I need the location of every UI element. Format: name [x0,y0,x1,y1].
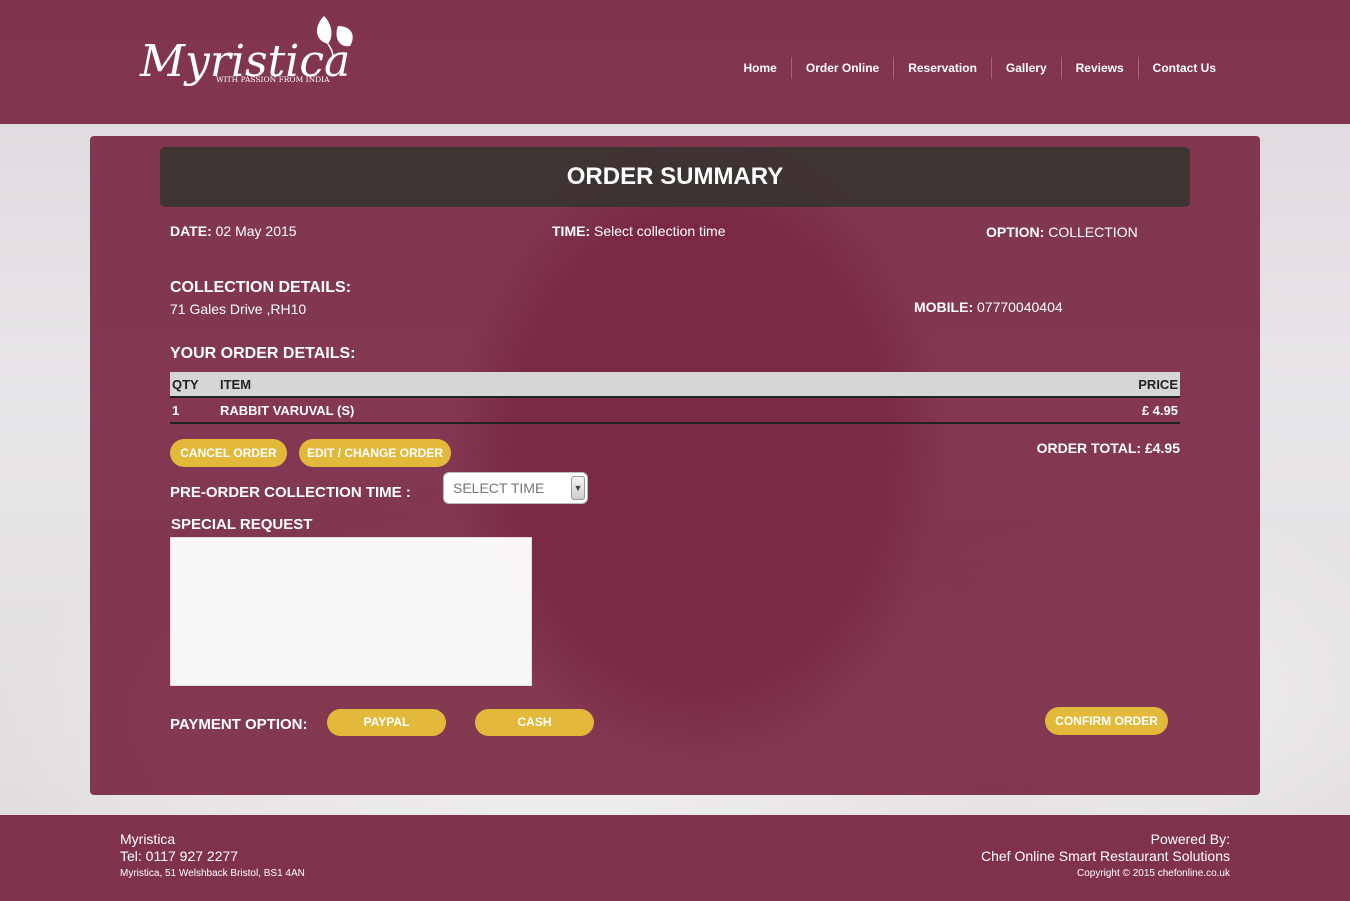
nav-home[interactable]: Home [730,57,791,79]
date-field: DATE: 02 May 2015 [170,223,297,239]
footer-company-link[interactable]: Chef Online Smart Restaurant Solutions [981,848,1230,865]
nav-order-online[interactable]: Order Online [790,57,893,79]
column-header-item: ITEM [220,376,252,392]
collection-details-label: COLLECTION DETAILS: [170,279,352,296]
time-label: TIME: [552,223,591,239]
footer-restaurant-name: Myristica [120,831,176,847]
time-value: Select collection time [594,223,726,239]
date-value: 02 May 2015 [215,223,297,239]
cash-button[interactable]: CASH [475,709,594,736]
nav-contact-us[interactable]: Contact Us [1137,57,1230,79]
order-table: QTY ITEM PRICE 1 RABBIT VARUVAL (S) £ 4.… [170,372,1180,424]
option-label: OPTION: [986,224,1045,240]
footer-powered-by: Powered By: [1150,831,1230,847]
order-summary-panel: ORDER SUMMARY DATE: 02 May 2015 TIME: Se… [90,136,1260,795]
cancel-order-button[interactable]: CANCEL ORDER [170,439,287,467]
collection-time-select[interactable]: SELECT TIME ▼ [443,472,588,504]
mobile-label: MOBILE: [914,299,974,315]
footer-telephone: Tel: 0117 927 2277 [120,848,239,864]
site-footer: Myristica Tel: 0117 927 2277 Myristica, … [0,815,1350,901]
footer-copyright: Copyright © 2015 chefonline.co.uk [1076,868,1230,879]
nav-gallery[interactable]: Gallery [990,57,1061,79]
preorder-label: PRE-ORDER COLLECTION TIME : [170,484,411,501]
page-title: ORDER SUMMARY [160,147,1190,207]
nav-reservation[interactable]: Reservation [893,57,991,79]
confirm-order-button[interactable]: CONFIRM ORDER [1045,707,1168,735]
nav-reviews[interactable]: Reviews [1060,57,1138,79]
edit-order-button[interactable]: EDIT / CHANGE ORDER [299,439,451,467]
table-row: 1 RABBIT VARUVAL (S) £ 4.95 [170,398,1180,424]
chevron-down-icon[interactable]: ▼ [571,476,585,500]
order-total: ORDER TOTAL: £4.95 [1036,440,1180,456]
option-value: COLLECTION [1048,224,1138,240]
site-logo[interactable]: Myristica WITH PASSION FROM INDIA [138,14,360,87]
mobile-field: MOBILE: 07770040404 [914,299,1063,315]
collection-address: 71 Gales Drive ,RH10 [170,301,307,317]
date-label: DATE: [170,223,212,239]
footer-contact: Myristica Tel: 0117 927 2277 Myristica, … [120,831,305,883]
svg-text:WITH PASSION FROM INDIA: WITH PASSION FROM INDIA [216,75,330,84]
option-field: OPTION: COLLECTION [986,224,1138,240]
mobile-value: 07770040404 [977,299,1063,315]
order-details-label: YOUR ORDER DETAILS: [170,345,356,362]
special-request-input[interactable] [170,537,532,686]
collection-time-value: SELECT TIME [453,480,545,496]
time-field: TIME: Select collection time [552,223,726,239]
paypal-button[interactable]: PAYPAL [327,709,446,736]
order-table-header: QTY ITEM PRICE [170,372,1180,398]
site-header: Myristica WITH PASSION FROM INDIA Home O… [0,0,1350,124]
logo-graphic: Myristica WITH PASSION FROM INDIA [139,16,353,87]
row-qty: 1 [172,402,180,418]
main-nav: Home Order Online Reservation Gallery Re… [730,57,1230,79]
special-request-label: SPECIAL REQUEST [171,516,313,533]
footer-address: Myristica, 51 Welshback Bristol, BS1 4AN [120,868,305,879]
column-header-price: PRICE [1138,376,1178,392]
row-item: RABBIT VARUVAL (S) [220,402,355,418]
column-header-qty: QTY [172,376,199,392]
row-price: £ 4.95 [1141,402,1178,418]
footer-credits: Powered By: Chef Online Smart Restaurant… [981,831,1230,883]
payment-option-label: PAYMENT OPTION: [170,716,308,733]
